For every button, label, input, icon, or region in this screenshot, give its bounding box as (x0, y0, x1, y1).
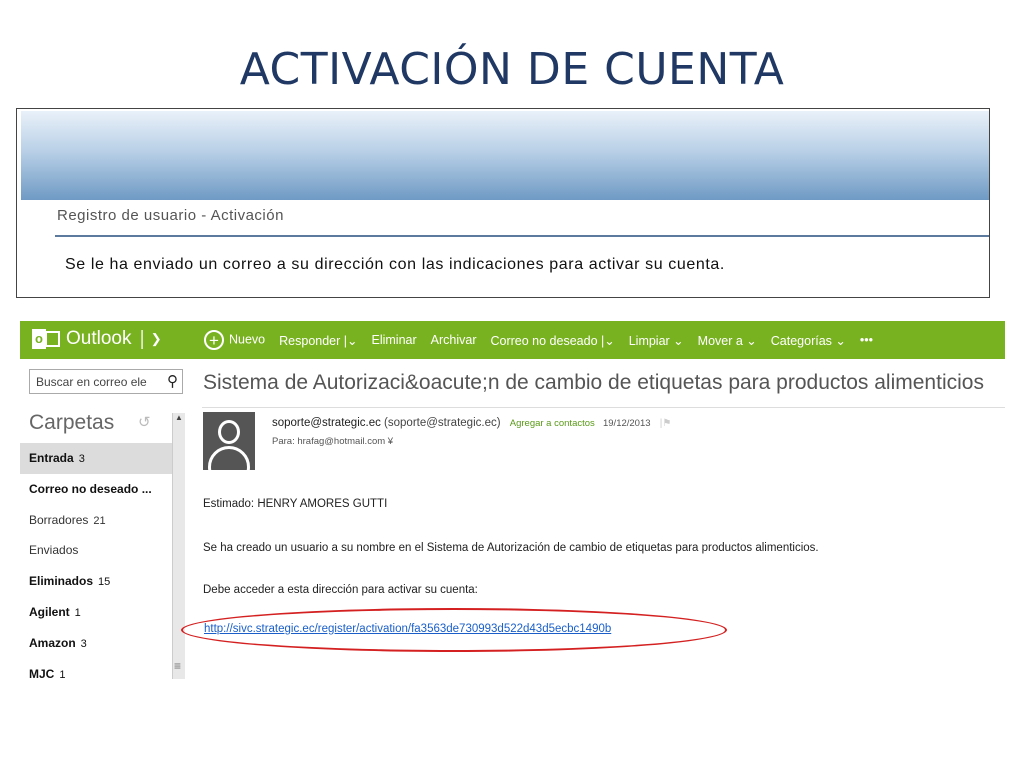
folders-title: Carpetas (29, 411, 115, 434)
sender-address: (soporte@strategic.ec) (384, 417, 501, 429)
recipient-line[interactable]: Para: hrafag@hotmail.com ¥ (272, 436, 393, 447)
folder-list: Entrada 3 Correo no deseado ... Borradore… (20, 443, 172, 679)
folder-item-eliminados[interactable]: Eliminados 15 (20, 566, 172, 597)
registration-message: Se le ha enviado un correo a su direcció… (65, 256, 725, 273)
folder-item-enviados[interactable]: Enviados (20, 535, 172, 566)
move-to-button[interactable]: Mover a ⌄ (698, 333, 757, 348)
search-placeholder: Buscar en correo ele (36, 375, 147, 389)
folder-item-entrada[interactable]: Entrada 3 (20, 443, 172, 474)
categories-button[interactable]: Categorías ⌄ (771, 333, 846, 348)
search-icon[interactable]: ⚲ (167, 372, 178, 390)
sweep-button[interactable]: Limpiar ⌄ (629, 333, 684, 348)
sender-line: soporte@strategic.ec (soporte@strategic.… (272, 417, 671, 429)
outlook-brand-label: Outlook (66, 328, 132, 349)
folder-item-mjc[interactable]: MJC 1 (20, 659, 172, 679)
message-subject: Sistema de Autorizaci&oacute;n de cambio… (203, 371, 984, 394)
activation-link[interactable]: http://sivc.strategic.ec/register/activa… (204, 623, 611, 635)
reading-pane: Sistema de Autorizaci&oacute;n de cambio… (181, 359, 1005, 679)
junk-button[interactable]: Correo no deseado |⌄ (491, 333, 615, 348)
scroll-up-icon[interactable]: ▲ (175, 413, 183, 422)
heading-divider (55, 235, 989, 237)
slide-title: ACTIVACIÓN DE CUENTA (239, 44, 785, 95)
outlook-brand-menu[interactable]: o Outlook | ❯ (32, 327, 162, 351)
delete-button[interactable]: Eliminar (372, 333, 417, 347)
outlook-logo-icon: o (32, 327, 60, 351)
sender-name[interactable]: soporte@strategic.ec (272, 417, 381, 429)
registration-heading: Registro de usuario - Activación (57, 207, 284, 224)
pane-resize-handle[interactable]: ≡ (174, 659, 181, 673)
folder-item-borradores[interactable]: Borradores 21 (20, 505, 172, 536)
new-button[interactable]: + Nuevo (204, 330, 265, 350)
outlook-screenshot: o Outlook | ❯ + Nuevo Responder |⌄ Elimin… (20, 321, 1005, 679)
folder-pane: Buscar en correo ele ⚲ Carpetas ↺ Entrad… (20, 359, 188, 679)
message-date: 19/12/2013 (602, 418, 651, 429)
folder-item-agilent[interactable]: Agilent 1 (20, 597, 172, 628)
registration-screenshot: Registro de usuario - Activación Se le h… (16, 108, 990, 298)
plus-circle-icon: + (204, 330, 224, 350)
brand-separator: | (139, 327, 145, 350)
chevron-down-icon[interactable]: ❯ (151, 331, 162, 347)
message-line-2: Debe acceder a esta dirección para activ… (203, 584, 478, 596)
more-options-button[interactable]: ••• (860, 333, 873, 347)
message-line-1: Se ha creado un usuario a su nombre en e… (203, 542, 819, 554)
flag-icon[interactable]: |⚑ (660, 418, 672, 429)
registration-banner (21, 111, 989, 200)
search-input[interactable]: Buscar en correo ele ⚲ (29, 369, 183, 394)
command-bar: + Nuevo Responder |⌄ Eliminar Archivar Co… (204, 321, 887, 359)
message-greeting: Estimado: HENRY AMORES GUTTI (203, 498, 388, 510)
outlook-top-bar: o Outlook | ❯ + Nuevo Responder |⌄ Elimin… (20, 321, 1005, 359)
reply-button[interactable]: Responder |⌄ (279, 333, 357, 348)
add-contact-link[interactable]: Agregar a contactos (510, 418, 595, 429)
folder-scrollbar[interactable]: ▲ (172, 413, 185, 679)
archive-button[interactable]: Archivar (431, 333, 477, 347)
refresh-icon[interactable]: ↺ (138, 413, 151, 431)
folder-item-amazon[interactable]: Amazon 3 (20, 628, 172, 659)
folder-item-correo-no-deseado[interactable]: Correo no deseado ... (20, 474, 172, 505)
avatar (203, 412, 255, 470)
subject-divider (202, 407, 1005, 408)
